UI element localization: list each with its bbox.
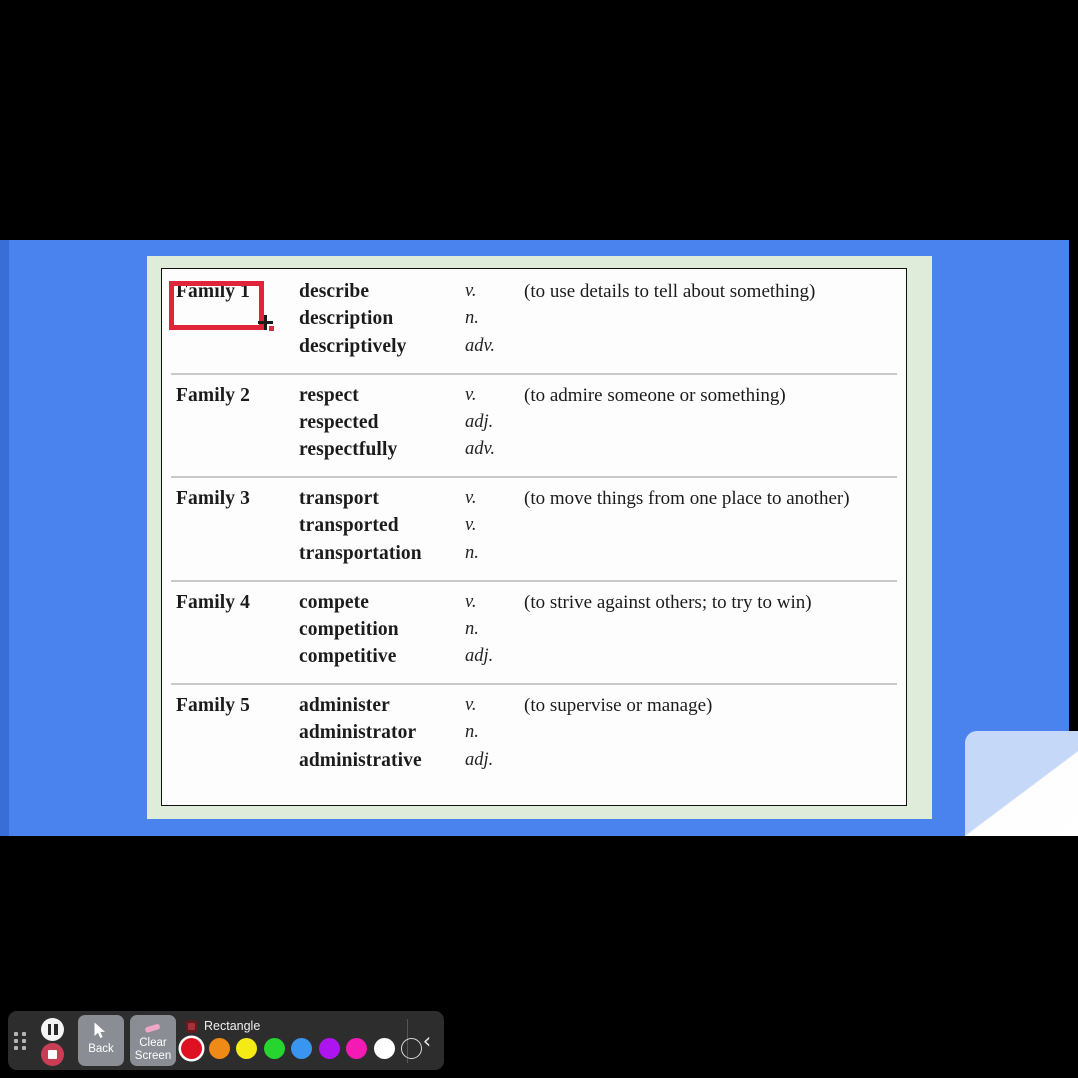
word-text: transport	[299, 488, 379, 509]
toolbar-drag-handle[interactable]	[8, 1011, 32, 1070]
color-swatch-blue[interactable]	[291, 1038, 312, 1059]
family-label: Family 2	[176, 384, 250, 406]
table-row: Family 3 transport v. (to move things from …	[162, 476, 906, 580]
table-row: Family 4 compete v. (to strive against othe…	[162, 579, 906, 684]
chevron-left-icon: ‹	[422, 1028, 432, 1053]
part-of-speech: n.	[465, 618, 479, 639]
word-entry-line: respected adj.	[162, 412, 906, 439]
tool-status-area: Rectangle	[176, 1011, 422, 1070]
family-label: Family 5	[176, 695, 250, 716]
word-entry-line: Family 1 describe v. (to use details to tel…	[162, 281, 906, 308]
color-swatch-purple[interactable]	[318, 1038, 340, 1059]
word-text: compete	[299, 591, 369, 613]
side-panel-overlay[interactable]	[965, 731, 1078, 836]
color-swatch-orange[interactable]	[208, 1038, 230, 1059]
clear-screen-button[interactable]: Clear Screen	[130, 1015, 176, 1066]
rectangle-tool-icon[interactable]	[185, 1020, 198, 1033]
word-text: respected	[299, 411, 379, 433]
color-swatch-yellow[interactable]	[236, 1038, 257, 1059]
word-text: description	[299, 308, 394, 330]
part-of-speech: v.	[465, 384, 477, 405]
word-text: administrator	[299, 722, 417, 744]
part-of-speech: adj.	[465, 411, 494, 432]
color-swatch-magenta[interactable]	[346, 1038, 367, 1059]
definition-text: (to strive against others; to try to win…	[524, 591, 812, 613]
word-text: administer	[299, 695, 390, 716]
active-tool-label: Rectangle	[204, 1019, 261, 1033]
definition-text: (to move things from one place to anothe…	[524, 488, 850, 509]
clear-screen-label-line2: Screen	[134, 1049, 172, 1062]
word-entry-line: Family 3 transport v. (to move things from …	[162, 488, 906, 515]
word-entry-line: Family 4 compete v. (to strive against othe…	[162, 592, 906, 619]
word-text: competitive	[299, 646, 397, 668]
word-text: respect	[299, 384, 359, 406]
screen-recording-area: Family 1 describe v. (to use details to tel…	[0, 0, 1078, 1078]
word-entry-line: competition n.	[162, 619, 906, 646]
word-entry-line: Family 2 respect v. (to admire someone or s…	[162, 385, 906, 412]
part-of-speech: v.	[465, 281, 477, 301]
table-row: Family 5 administer v. (to supervise or man…	[162, 683, 906, 787]
back-button[interactable]: Back	[78, 1015, 124, 1066]
word-text: respectfully	[299, 439, 398, 461]
word-entry-line: transported v.	[162, 515, 906, 542]
part-of-speech: adv.	[465, 439, 495, 460]
part-of-speech: n.	[465, 542, 479, 563]
word-family-table: Family 1 describe v. (to use details to tel…	[161, 268, 907, 806]
word-entry-line: descriptively adv.	[162, 336, 906, 363]
color-swatch-white[interactable]	[373, 1038, 395, 1059]
slide-left-shadow	[0, 240, 9, 836]
word-text: competition	[299, 618, 399, 640]
color-swatch-transparent[interactable]	[401, 1038, 422, 1059]
table-row: Family 2 respect v. (to admire someone or s…	[162, 372, 906, 477]
part-of-speech: adj.	[465, 749, 494, 770]
annotation-toolbar[interactable]: Back Clear Screen Rectangle ‹	[8, 1011, 444, 1070]
word-entry-line: administrator n.	[162, 722, 906, 749]
table-row: Family 1 describe v. (to use details to tel…	[162, 269, 906, 373]
word-text: descriptively	[299, 335, 407, 357]
word-entry-line: description n.	[162, 308, 906, 335]
word-text: administrative	[299, 749, 422, 771]
part-of-speech: adv.	[465, 335, 495, 356]
part-of-speech: v.	[465, 591, 477, 612]
part-of-speech: n.	[465, 308, 479, 329]
word-entry-line: administrative adj.	[162, 750, 906, 777]
part-of-speech: v.	[465, 488, 477, 508]
part-of-speech: v.	[465, 515, 477, 536]
family-label: Family 4	[176, 591, 250, 613]
word-entry-line: competitive adj.	[162, 646, 906, 673]
color-swatch-red[interactable]	[181, 1038, 202, 1059]
definition-text: (to supervise or manage)	[524, 695, 713, 716]
part-of-speech: v.	[465, 695, 477, 715]
word-entry-line: Family 5 administer v. (to supervise or man…	[162, 695, 906, 722]
family-label: Family 1	[176, 281, 250, 302]
part-of-speech: adj.	[465, 646, 494, 667]
back-button-label: Back	[88, 1043, 114, 1055]
recording-controls[interactable]	[32, 1011, 72, 1070]
word-text: describe	[299, 281, 370, 302]
vocabulary-content-card: Family 1 describe v. (to use details to tel…	[147, 256, 932, 819]
word-entry-line: transportation n.	[162, 543, 906, 570]
pause-recording-button[interactable]	[41, 1018, 64, 1041]
definition-text: (to use details to tell about something)	[524, 281, 816, 302]
part-of-speech: n.	[465, 722, 479, 743]
word-entry-line: respectfully adv.	[162, 439, 906, 466]
word-text: transportation	[299, 542, 422, 564]
cursor-arrow-icon	[94, 1022, 105, 1038]
color-swatch-green[interactable]	[263, 1038, 285, 1059]
drag-handle-dots-icon	[14, 1031, 26, 1050]
family-label: Family 3	[176, 488, 250, 509]
word-text: transported	[299, 515, 399, 537]
eraser-icon	[145, 1024, 160, 1033]
definition-text: (to admire someone or something)	[524, 384, 786, 406]
color-palette[interactable]	[181, 1038, 422, 1059]
stop-recording-button[interactable]	[41, 1043, 64, 1066]
clear-screen-label-line1: Clear	[139, 1037, 167, 1049]
